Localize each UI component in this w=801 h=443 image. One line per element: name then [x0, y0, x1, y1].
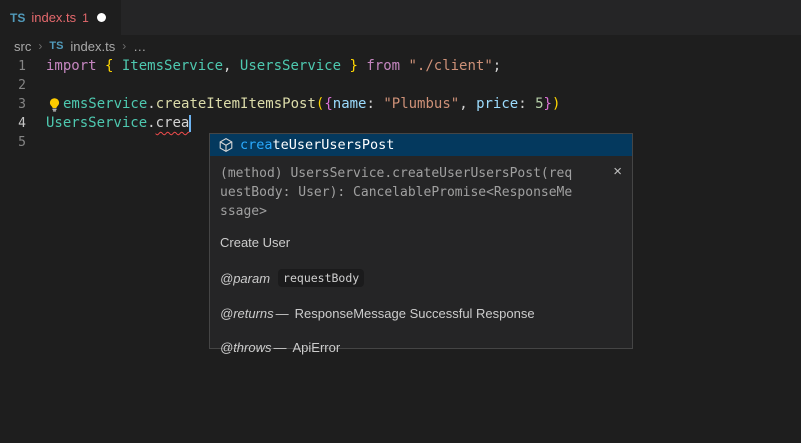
- close-icon[interactable]: ×: [613, 164, 622, 179]
- suggestion-item-selected[interactable]: createUserUsersPost: [210, 134, 632, 156]
- suggestion-docs-panel: × (method) UsersService.createUserUsersP…: [210, 156, 632, 348]
- error-count-badge: 1: [82, 11, 89, 25]
- em-dash: —: [276, 306, 289, 321]
- code-line-3[interactable]: 3 emsService.createItemItemsPost({name: …: [0, 95, 801, 114]
- intellisense-popup: createUserUsersPost × (method) UsersServ…: [209, 133, 633, 349]
- line-number: 2: [0, 76, 46, 95]
- tab-filename: index.ts: [31, 10, 76, 25]
- returns-tag: @returns: [220, 306, 274, 321]
- em-dash: —: [274, 340, 287, 355]
- line-number: 1: [0, 57, 46, 76]
- chevron-separator-icon: ›: [38, 39, 42, 53]
- line-number: 4: [0, 114, 46, 133]
- chevron-separator-icon: ›: [122, 39, 126, 53]
- method-signature: ssage>: [220, 202, 622, 221]
- breadcrumb-src[interactable]: src: [14, 39, 31, 54]
- returns-text: ResponseMessage Successful Response: [295, 306, 535, 321]
- line-number: 3: [0, 95, 46, 114]
- lightbulb-icon[interactable]: [46, 97, 63, 113]
- method-symbol-icon: [218, 137, 234, 153]
- line-number: 5: [0, 133, 46, 152]
- text-cursor: [189, 115, 191, 132]
- doc-description: Create User: [220, 235, 622, 250]
- breadcrumb-ellipsis[interactable]: …: [133, 39, 146, 54]
- suggestion-label: createUserUsersPost: [240, 137, 394, 153]
- throws-text: ApiError: [293, 340, 341, 355]
- typescript-icon: TS: [10, 11, 25, 25]
- breadcrumb-index-ts[interactable]: index.ts: [70, 39, 115, 54]
- code-line-2[interactable]: 2: [0, 76, 801, 95]
- method-signature: (method) UsersService.createUserUsersPos…: [220, 164, 622, 183]
- param-tag: @param: [220, 271, 270, 286]
- tab-index-ts[interactable]: TS index.ts 1: [0, 0, 121, 35]
- doc-tag-throws: @throws — ApiError: [220, 340, 622, 355]
- param-name-chip: requestBody: [278, 269, 364, 287]
- throws-tag: @throws: [220, 340, 272, 355]
- doc-tag-param: @param requestBody: [220, 269, 622, 287]
- modified-indicator-dot[interactable]: [97, 13, 106, 22]
- method-signature: uestBody: User): CancelablePromise<Respo…: [220, 183, 622, 202]
- tab-bar: TS index.ts 1: [0, 0, 801, 35]
- breadcrumb: src › TS index.ts › …: [0, 35, 801, 57]
- code-line-4[interactable]: 4 UsersService.crea: [0, 114, 801, 133]
- typescript-icon: TS: [49, 40, 63, 52]
- code-line-1[interactable]: 1 import { ItemsService, UsersService } …: [0, 57, 801, 76]
- doc-tag-returns: @returns — ResponseMessage Successful Re…: [220, 306, 622, 321]
